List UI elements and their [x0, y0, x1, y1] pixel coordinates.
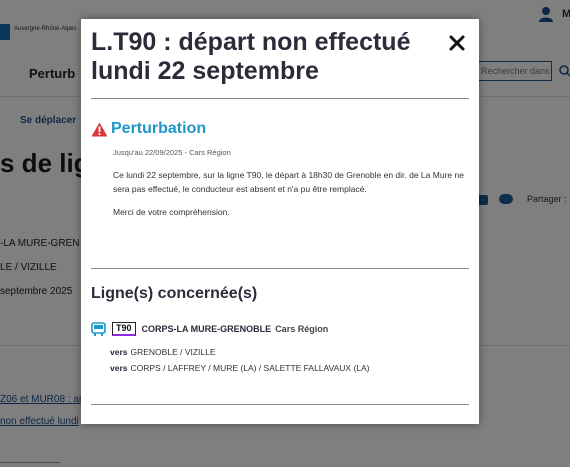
bus-icon — [91, 322, 106, 336]
lines-heading: Ligne(s) concernée(s) — [91, 285, 258, 302]
direction-row: vers GRENOBLE / VIZILLE — [110, 347, 216, 357]
perturbation-label: Perturbation — [111, 120, 207, 137]
line-network: Cars Région — [275, 324, 329, 334]
line-entry[interactable]: T90 CORPS-LA MURE-GRENOBLE Cars Région — [91, 322, 328, 336]
direction-row: vers CORPS / LAFFREY / MURE (LA) / SALETT… — [110, 363, 370, 373]
modal-title: L.T90 : départ non effectué lundi 22 sep… — [91, 28, 411, 85]
direction-prefix: vers — [110, 363, 128, 373]
line-name: CORPS-LA MURE-GRENOBLE — [141, 324, 272, 334]
perturbation-message: Ce lundi 22 septembre, sur la ligne T90,… — [113, 170, 464, 194]
direction-prefix: vers — [110, 347, 128, 357]
bottom-divider — [91, 404, 469, 405]
perturbation-modal: L.T90 : départ non effectué lundi 22 sep… — [81, 19, 479, 424]
warning-icon — [91, 122, 108, 136]
perturbation-heading: Perturbation — [91, 120, 206, 138]
close-icon[interactable] — [447, 33, 467, 53]
direction-value: GRENOBLE / VIZILLE — [130, 347, 216, 357]
title-divider — [91, 98, 469, 99]
section-divider — [91, 268, 469, 269]
validity-period: Jusqu'au 22/09/2025 - Cars Région — [113, 148, 231, 157]
thanks-text: Merci de votre compréhension. — [113, 207, 230, 217]
line-code-badge: T90 — [112, 322, 136, 336]
direction-value: CORPS / LAFFREY / MURE (LA) / SALETTE FA… — [130, 363, 370, 373]
